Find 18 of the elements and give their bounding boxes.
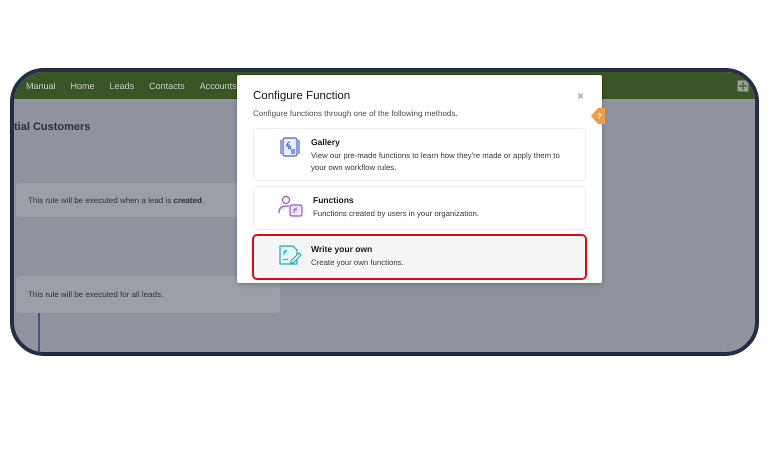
option-title: Write your own (311, 244, 374, 254)
dialog-subtitle: Configure functions through one of the following methods. (253, 109, 459, 118)
nav-link[interactable]: Contacts (149, 80, 185, 90)
nav-link[interactable]: Home (70, 80, 95, 90)
rule-text: This rule will be executed for all leads. (28, 290, 164, 299)
edit-function-icon (278, 244, 302, 266)
rule-text: This rule will be executed when a lead is created. (28, 196, 204, 204)
page-title: tial Customers (14, 121, 90, 133)
plus-icon[interactable] (737, 80, 749, 92)
option-title: Functions (313, 195, 355, 206)
nav-link[interactable]: Leads (110, 80, 134, 90)
option-title: Gallery (311, 137, 341, 147)
nav-link[interactable]: Manual (26, 80, 56, 90)
function-gallery-icon (278, 137, 302, 157)
close-button[interactable]: × (574, 89, 586, 103)
nav-link[interactable]: Accounts (200, 80, 237, 90)
user-function-icon (278, 195, 304, 218)
dialog-title: Configure Function (253, 90, 350, 102)
